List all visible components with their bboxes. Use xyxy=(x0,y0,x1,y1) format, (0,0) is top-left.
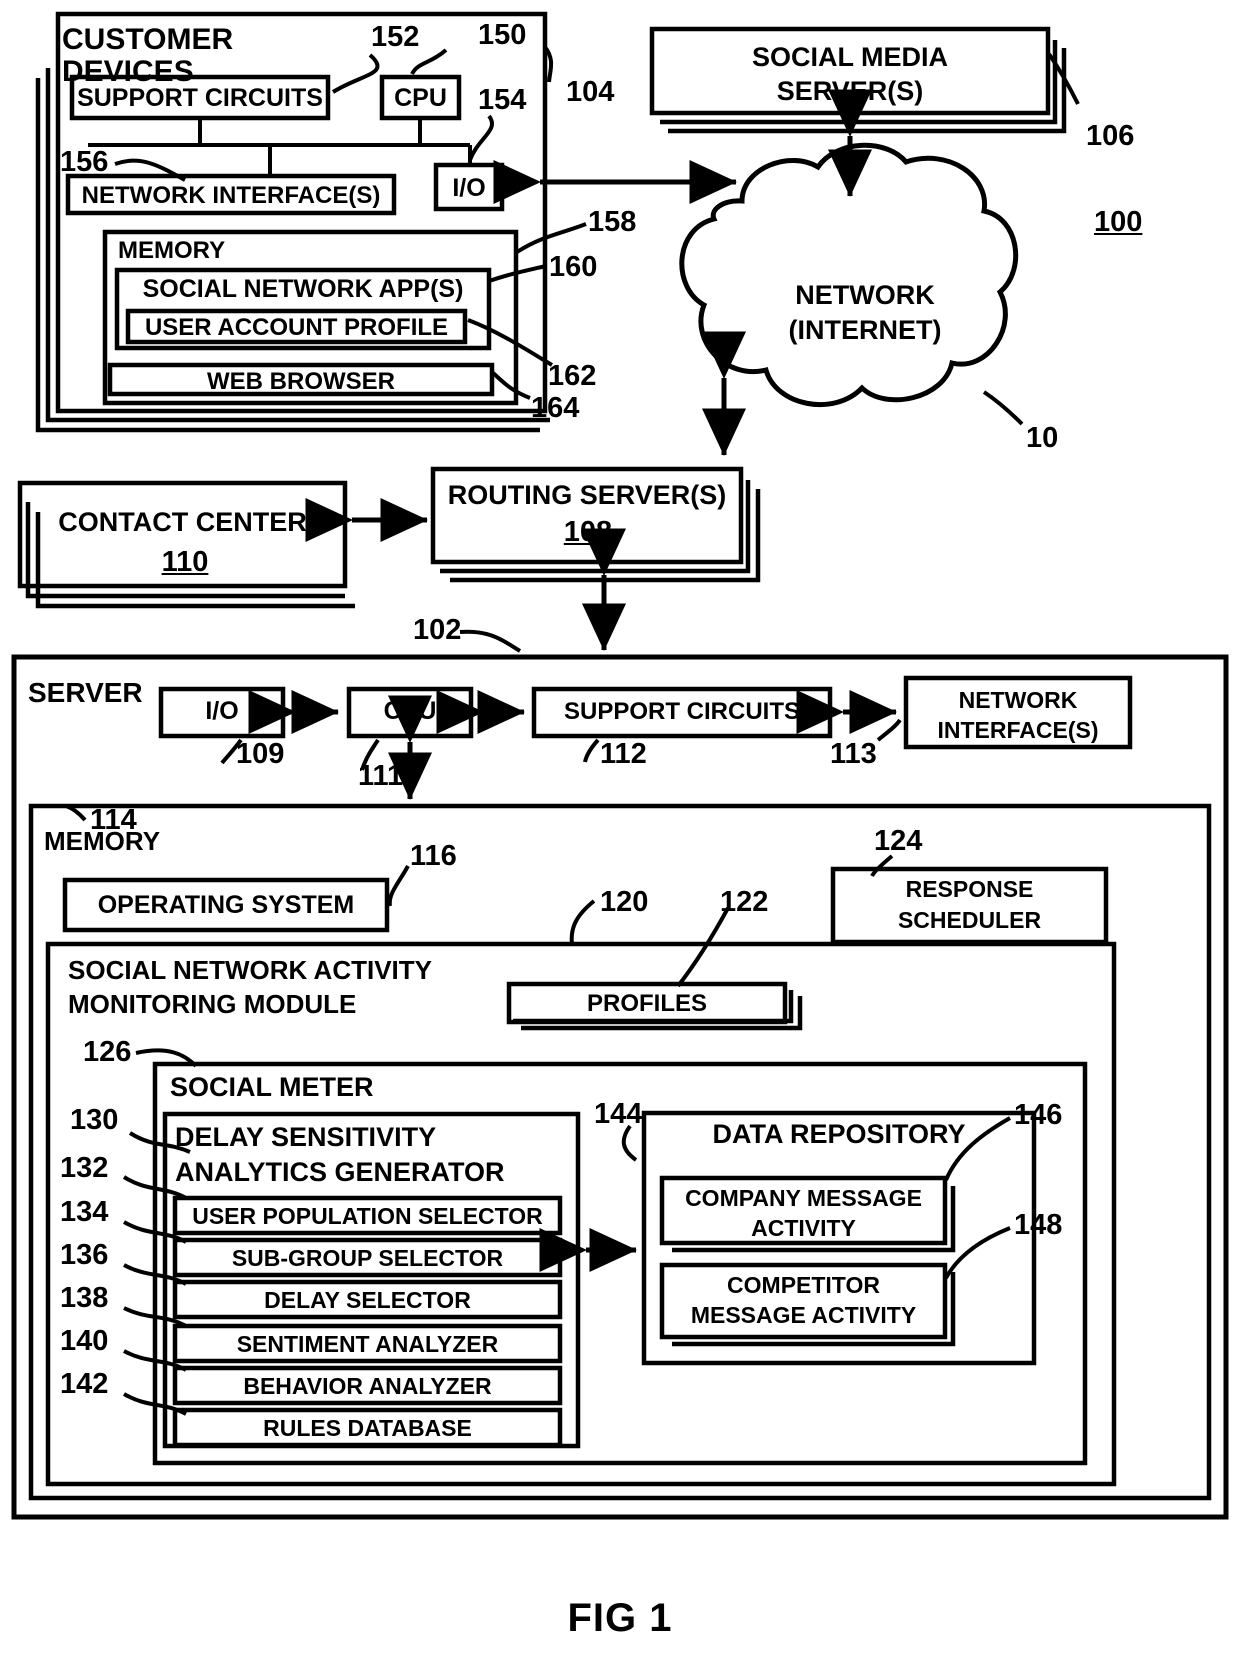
io-srv-box xyxy=(158,686,286,739)
ref-10: 10 xyxy=(1026,422,1059,454)
leader-152 xyxy=(331,53,380,94)
leader-148 xyxy=(944,1226,1011,1279)
ref-104: 104 xyxy=(566,76,615,108)
ref-132: 132 xyxy=(60,1152,109,1184)
social-media-servers-box xyxy=(649,26,1051,116)
leader-116 xyxy=(387,865,410,907)
leader-122 xyxy=(676,907,730,988)
behavior-analyzer-box xyxy=(172,1365,563,1406)
user-population-selector-box xyxy=(172,1195,563,1236)
leader-150 xyxy=(410,48,448,76)
ref-114: 114 xyxy=(90,804,137,836)
operating-system-box xyxy=(62,877,390,933)
company-message-stack-back xyxy=(672,1186,956,1253)
web-browser-box xyxy=(107,362,495,397)
sentiment-analyzer-box xyxy=(172,1323,563,1364)
delay-selector-box xyxy=(172,1279,563,1320)
memory-cd-box xyxy=(102,229,519,406)
leader-124 xyxy=(870,854,894,878)
ref-106: 106 xyxy=(1086,120,1135,152)
leader-146 xyxy=(944,1116,1011,1181)
server-box xyxy=(11,654,1229,1520)
ref-112: 112 xyxy=(600,738,647,770)
ref-134: 134 xyxy=(60,1196,109,1228)
leader-158 xyxy=(515,222,587,254)
data-repository-box xyxy=(641,1110,1037,1366)
leader-162 xyxy=(467,318,554,367)
leader-10 xyxy=(982,390,1024,426)
leader-130 xyxy=(128,1131,191,1154)
competitor-message-activity-box xyxy=(659,1262,948,1340)
cpu-cd-box xyxy=(379,74,462,121)
leader-164 xyxy=(490,370,531,400)
support-circuits-cd-box xyxy=(69,74,331,121)
ref-102: 102 xyxy=(413,614,462,646)
ref-156: 156 xyxy=(60,146,109,178)
ref-144: 144 xyxy=(594,1098,643,1130)
ref-109: 109 xyxy=(236,738,285,770)
ref-100: 100 xyxy=(1094,206,1143,238)
ref-116: 116 xyxy=(410,840,457,872)
ref-126: 126 xyxy=(83,1036,132,1068)
ref-150: 150 xyxy=(478,19,527,51)
ref-154: 154 xyxy=(478,84,527,116)
competitor-message-stack-back xyxy=(672,1272,956,1347)
network-interfaces-srv-box xyxy=(903,675,1133,750)
ref-122: 122 xyxy=(720,886,769,918)
social-media-stack-back1 xyxy=(660,40,1058,125)
ref-152: 152 xyxy=(371,21,420,53)
ref-142: 142 xyxy=(60,1368,109,1400)
ref-138: 138 xyxy=(60,1282,109,1314)
leader-112 xyxy=(583,738,600,763)
ref-148: 148 xyxy=(1014,1209,1063,1241)
ref-162: 162 xyxy=(548,360,597,392)
ref-146: 146 xyxy=(1014,1099,1063,1131)
ref-113: 113 xyxy=(830,738,877,770)
io-cd-box xyxy=(433,162,505,212)
ref-160: 160 xyxy=(549,251,598,283)
profiles-box xyxy=(506,981,788,1025)
leader-120 xyxy=(569,899,596,945)
company-message-activity-box xyxy=(659,1175,948,1246)
customer-devices-stack-back2 xyxy=(35,78,540,433)
ref-136: 136 xyxy=(60,1239,109,1271)
ref-111: 111 xyxy=(358,760,404,792)
ref-120: 120 xyxy=(600,886,649,918)
ref-158: 158 xyxy=(588,206,637,238)
leader-113 xyxy=(876,718,902,742)
response-scheduler-box xyxy=(830,866,1109,945)
profiles-stack-back1 xyxy=(513,990,794,1024)
user-account-profile-box xyxy=(125,308,468,345)
ref-124: 124 xyxy=(874,825,923,857)
social-media-stack-back2 xyxy=(668,48,1067,134)
ref-140: 140 xyxy=(60,1325,109,1357)
ref-164: 164 xyxy=(531,392,580,424)
routing-servers-ref: 108 xyxy=(563,516,613,548)
leader-144 xyxy=(621,1124,638,1162)
leader-102 xyxy=(459,629,522,653)
rules-database-box xyxy=(172,1407,563,1448)
network-interfaces-cd-box xyxy=(65,173,397,216)
figure-caption: FIG 1 xyxy=(567,1596,673,1640)
leader-154 xyxy=(468,114,494,161)
figure-canvas: CUSTOMER DEVICES SUPPORT CIRCUITS CPU I/… xyxy=(0,0,1240,1677)
contact-center-ref: 110 xyxy=(161,546,209,578)
diagram-vector-layer xyxy=(11,11,1229,1520)
support-circuits-srv-box xyxy=(531,686,833,739)
cpu-srv-box xyxy=(346,686,474,739)
ref-130: 130 xyxy=(70,1104,119,1136)
sub-group-selector-box xyxy=(172,1237,563,1278)
